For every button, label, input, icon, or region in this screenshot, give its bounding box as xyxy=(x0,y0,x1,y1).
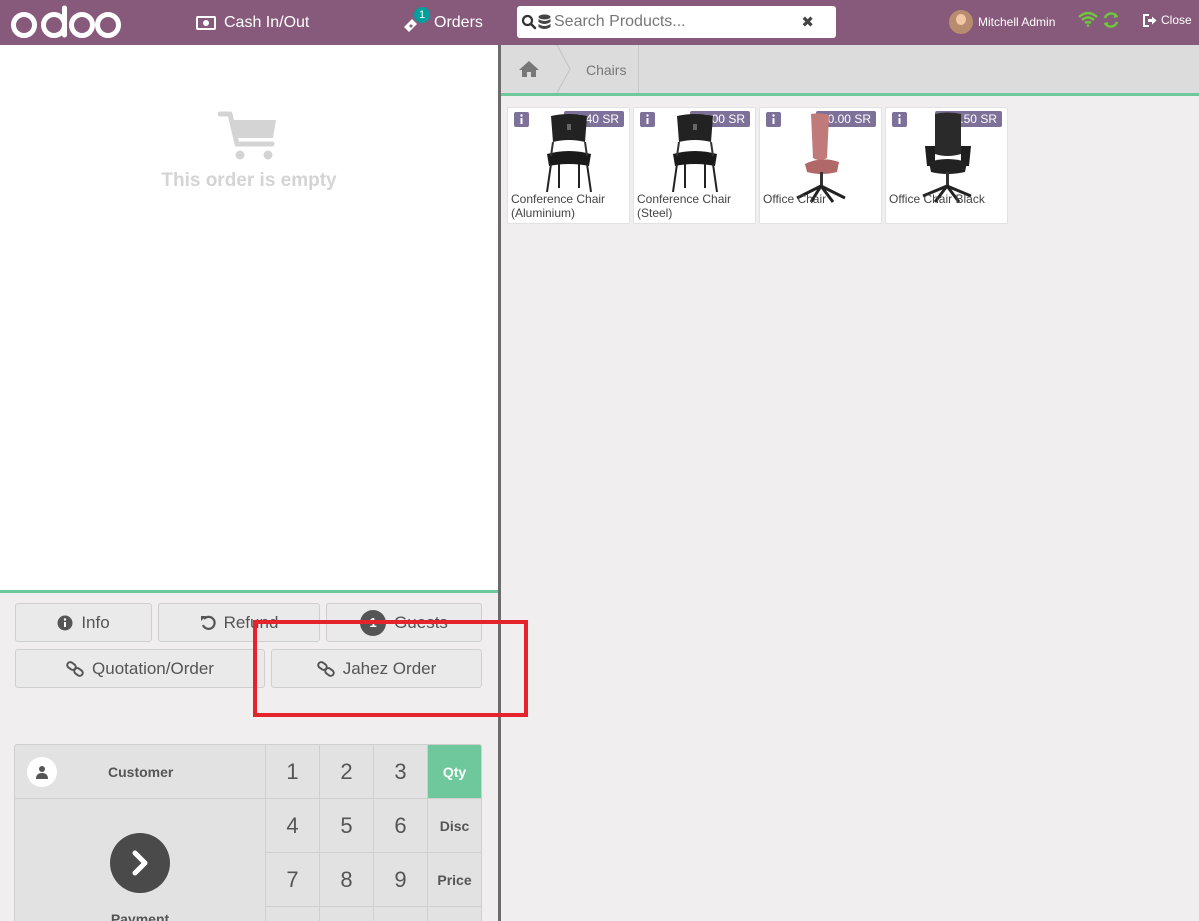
info-icon[interactable] xyxy=(640,112,655,127)
quotation-order-label: Quotation/Order xyxy=(92,658,214,678)
close-label: Close xyxy=(1161,13,1192,27)
breadcrumb-end xyxy=(638,45,639,93)
customer-button[interactable]: Customer xyxy=(15,745,266,799)
refund-button[interactable]: Refund xyxy=(158,603,320,642)
jahez-order-label: Jahez Order xyxy=(342,658,437,678)
product-card[interactable]: 70.00 SR Office Chair xyxy=(759,107,882,224)
product-card[interactable]: 33.00 SR Conference Chair (Steel) xyxy=(633,107,756,224)
numpad-key-dot[interactable]: . xyxy=(374,907,428,921)
orders-button[interactable]: 1 Orders xyxy=(402,0,483,45)
info-button[interactable]: Info xyxy=(15,603,152,642)
info-icon[interactable] xyxy=(766,112,781,127)
info-icon[interactable] xyxy=(514,112,529,127)
numpad-key-4[interactable]: 4 xyxy=(266,799,320,853)
order-panel: This order is empty Info Refund 1 Guests xyxy=(0,45,498,921)
sign-out-icon xyxy=(1143,13,1157,27)
search-input[interactable] xyxy=(554,13,794,31)
pink-swivel-chair-image xyxy=(796,113,846,203)
customer-label: Customer xyxy=(108,763,174,780)
user-icon xyxy=(27,756,57,787)
numpad-area: Customer Payment 1 2 3 Qty 4 5 6 Disc 7 … xyxy=(14,744,482,921)
guests-count: 1 xyxy=(360,609,387,636)
refund-label: Refund xyxy=(223,612,279,632)
wifi-icon xyxy=(1078,11,1098,27)
disc-mode-button[interactable]: Disc xyxy=(428,799,481,853)
top-bar: Cash In/Out 1 Orders ✖ Mitchell Admin xyxy=(0,0,1199,45)
product-card[interactable]: 120.50 SR Office Chair Black xyxy=(885,107,1008,224)
guests-label: Guests xyxy=(394,612,448,632)
money-icon xyxy=(196,15,216,30)
info-circle-icon xyxy=(57,615,73,630)
product-name: Conference Chair (Steel) xyxy=(637,192,732,220)
info-label: Info xyxy=(81,612,110,632)
numpad-key-0[interactable]: 0 xyxy=(320,907,374,921)
black-stacking-chair-image xyxy=(672,114,718,192)
odoo-logo xyxy=(11,5,121,38)
cash-in-out-button[interactable]: Cash In/Out xyxy=(196,0,309,45)
numpad-key-7[interactable]: 7 xyxy=(266,853,320,907)
chevron-right-icon xyxy=(110,833,170,893)
guests-button[interactable]: 1 Guests xyxy=(326,603,482,642)
user-menu[interactable]: Mitchell Admin xyxy=(949,10,1055,34)
black-executive-chair-image xyxy=(922,112,972,203)
breadcrumb-separator xyxy=(556,45,571,93)
link-icon xyxy=(66,660,84,677)
breadcrumb-chairs[interactable]: Chairs xyxy=(586,62,626,78)
quotation-order-button[interactable]: Quotation/Order xyxy=(15,649,265,688)
breadcrumb: Chairs xyxy=(501,45,1199,96)
database-icon xyxy=(538,14,551,29)
close-button[interactable]: Close xyxy=(1143,13,1192,27)
qty-mode-button[interactable]: Qty xyxy=(428,745,481,799)
numpad-key-2[interactable]: 2 xyxy=(320,745,374,799)
user-name: Mitchell Admin xyxy=(978,15,1056,29)
product-name: Office Chair xyxy=(763,192,827,206)
undo-icon xyxy=(200,615,216,630)
home-icon xyxy=(518,61,539,77)
sync-icon[interactable] xyxy=(1102,11,1120,29)
product-name: Office Chair Black xyxy=(889,192,985,206)
numpad-key-1[interactable]: 1 xyxy=(266,745,320,799)
cash-in-out-label: Cash In/Out xyxy=(224,13,310,31)
black-stacking-chair-image xyxy=(546,114,592,192)
jahez-order-button[interactable]: Jahez Order xyxy=(271,649,482,688)
clear-search-icon[interactable]: ✖ xyxy=(801,13,814,31)
product-name: Conference Chair (Aluminium) xyxy=(511,192,606,220)
control-area: Info Refund 1 Guests Quotation/Order Jah… xyxy=(0,590,498,921)
payment-label: Payment xyxy=(110,911,170,921)
shopping-cart-icon xyxy=(218,111,276,160)
orders-count-badge: 1 xyxy=(414,7,431,23)
info-icon[interactable] xyxy=(892,112,907,127)
empty-order-message: This order is empty xyxy=(0,110,498,192)
price-mode-button[interactable]: Price xyxy=(428,853,481,907)
backspace-button[interactable] xyxy=(428,907,481,921)
home-category-button[interactable] xyxy=(501,45,556,93)
search-bar: ✖ xyxy=(517,6,836,38)
empty-order-text: This order is empty xyxy=(161,170,337,191)
user-avatar xyxy=(949,10,973,34)
product-screen: Chairs 39.40 SR Conference Chair (Alumin… xyxy=(501,45,1199,921)
numpad-key-5[interactable]: 5 xyxy=(320,799,374,853)
product-card[interactable]: 39.40 SR Conference Chair (Aluminium) xyxy=(507,107,630,224)
numpad-key-6[interactable]: 6 xyxy=(374,799,428,853)
link-icon xyxy=(316,660,335,677)
numpad-key-8[interactable]: 8 xyxy=(320,853,374,907)
payment-button[interactable]: Payment xyxy=(15,799,266,921)
search-icon xyxy=(521,14,537,30)
numpad-key-9[interactable]: 9 xyxy=(374,853,428,907)
status-icons xyxy=(1078,11,1120,29)
numpad-key-plus-minus[interactable]: +/- xyxy=(266,907,320,921)
numpad-key-3[interactable]: 3 xyxy=(374,745,428,799)
orders-label: Orders xyxy=(434,13,483,31)
